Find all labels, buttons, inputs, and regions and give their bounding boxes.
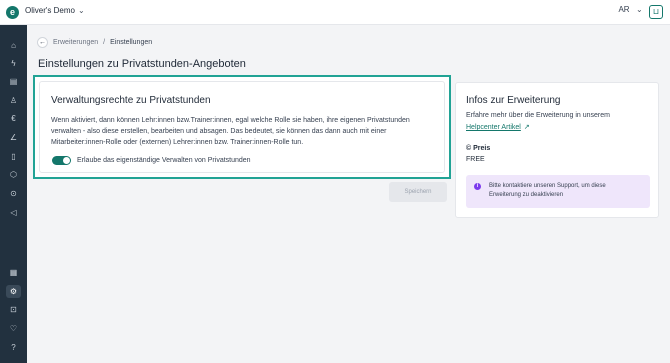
settings-card-highlight: Verwaltungsrechte zu Privatstunden Wenn … — [33, 75, 451, 179]
clipboard-icon[interactable]: ▯ — [6, 150, 21, 163]
megaphone-icon[interactable]: ◁ — [6, 206, 21, 219]
helpcenter-link-label: Helpcenter Artikel — [466, 124, 521, 131]
settings-card-description: Wenn aktiviert, dann können Lehr:innen b… — [51, 117, 410, 146]
chevron-down-icon: ⌄ — [636, 5, 643, 14]
external-link-icon: ↗ — [523, 124, 530, 131]
package-icon[interactable]: ⬡ — [6, 168, 21, 181]
dollar-icon[interactable]: ⊙ — [6, 187, 21, 200]
back-arrow-icon[interactable]: ← — [37, 36, 48, 48]
extension-info-card: Infos zur Erweiterung Erfahre mehr über … — [455, 82, 659, 218]
top-bar: e Oliver's Demo ⌄ AR ⌄ ⊔ — [0, 0, 670, 25]
help-icon[interactable]: ? — [6, 341, 21, 354]
breadcrumb-parent-link[interactable]: Erweiterungen — [53, 39, 98, 46]
breadcrumb-current: Einstellungen — [110, 38, 153, 46]
chart-icon[interactable]: ∠ — [6, 131, 21, 144]
user-icon[interactable]: ♙ — [6, 94, 21, 107]
manage-private-lessons-toggle[interactable] — [52, 156, 71, 165]
price-value: FREE — [466, 156, 485, 163]
sidebar: ⌂ ϟ ▤ ♙ € ∠ ▯ ⬡ ⊙ ◁ ▦ ⚙ ⊡ ♡ ? — [0, 25, 27, 363]
save-button[interactable]: Speichern — [389, 182, 447, 202]
info-card-description: Erfahre mehr über die Erweiterung in uns… — [466, 112, 610, 119]
bolt-icon[interactable]: ϟ — [6, 57, 21, 70]
support-notice: i Bitte kontaktiere unseren Support, um … — [466, 175, 650, 208]
helpcenter-link[interactable]: Helpcenter Artikel ↗ — [466, 123, 530, 131]
calendar-icon[interactable]: ▤ — [6, 75, 21, 88]
info-icon: i — [474, 183, 481, 190]
chevron-down-icon: ⌄ — [77, 6, 85, 15]
document-icon[interactable]: ▦ — [6, 266, 21, 279]
workspace-name: Oliver's Demo — [25, 6, 75, 15]
settings-card-title: Verwaltungsrechte zu Privatstunden — [51, 95, 211, 106]
toggle-knob — [63, 157, 70, 164]
info-card-title: Infos zur Erweiterung — [466, 95, 561, 106]
user-initials: AR — [618, 5, 630, 14]
user-menu[interactable]: AR ⌄ — [615, 5, 643, 14]
home-icon[interactable]: ⌂ — [6, 39, 21, 52]
cart-icon[interactable]: ⊔ — [649, 5, 663, 19]
heart-icon[interactable]: ♡ — [6, 322, 21, 335]
breadcrumb-separator: / — [103, 38, 106, 46]
page-title: Einstellungen zu Privatstunden-Angeboten — [38, 58, 246, 70]
toggle-label: Erlaube das eigenständige Verwalten von … — [77, 157, 251, 164]
euro-icon[interactable]: € — [6, 112, 21, 125]
settings-icon[interactable]: ⚙ — [6, 285, 21, 298]
support-notice-text: Bitte kontaktiere unseren Support, um di… — [489, 183, 606, 198]
breadcrumb: ← Erweiterungen / Einstellungen — [37, 36, 152, 48]
workspace-switcher[interactable]: Oliver's Demo ⌄ — [25, 6, 85, 15]
app-logo-icon[interactable]: e — [6, 6, 19, 19]
price-label: © Preis — [466, 145, 491, 152]
settings-card: Verwaltungsrechte zu Privatstunden Wenn … — [39, 81, 445, 173]
inbox-icon[interactable]: ⊡ — [6, 303, 21, 316]
